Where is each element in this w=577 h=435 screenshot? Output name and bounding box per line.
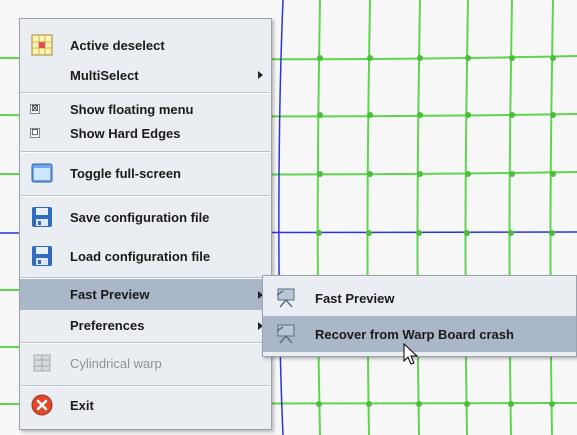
menu-item-preferences[interactable]: Preferences	[20, 310, 271, 341]
grid-node[interactable]	[550, 112, 556, 118]
floppy-disk-icon	[32, 207, 52, 227]
menu-item-label: Toggle full-screen	[70, 165, 181, 181]
menu-item-label: Recover from Warp Board crash	[315, 326, 514, 342]
preview-screen-icon	[276, 288, 295, 308]
submenu-item-recover-warp-board[interactable]: Recover from Warp Board crash	[263, 316, 576, 352]
grid-select-icon	[31, 34, 53, 56]
grid-node[interactable]	[317, 55, 323, 61]
grid-node[interactable]	[465, 55, 471, 61]
menu-item-active-deselect[interactable]: Active deselect	[20, 27, 271, 63]
fast-preview-submenu: Fast Preview Recover from Warp Board cra…	[262, 275, 577, 357]
mouse-cursor-icon	[403, 343, 419, 365]
grid-node[interactable]	[509, 171, 515, 177]
menu-item-show-hard-edges[interactable]: ☐ Show Hard Edges	[20, 120, 271, 146]
grid-node[interactable]	[366, 401, 372, 407]
grid-node[interactable]	[464, 401, 470, 407]
grid-node[interactable]	[366, 230, 372, 236]
menu-item-cylindrical-warp: Cylindrical warp	[20, 345, 271, 381]
menu-item-save-config[interactable]: Save configuration file	[20, 199, 271, 235]
window-icon	[31, 163, 53, 183]
context-menu: Active deselect MultiSelect ☒ Show float…	[19, 18, 272, 430]
menu-item-label: Show floating menu	[70, 101, 194, 117]
menu-item-label: MultiSelect	[70, 67, 139, 83]
grid-node[interactable]	[549, 401, 555, 407]
menu-separator	[21, 342, 270, 344]
grid-node[interactable]	[509, 55, 515, 61]
menu-item-toggle-fullscreen[interactable]: Toggle full-screen	[20, 155, 271, 191]
menu-item-show-floating-menu[interactable]: ☒ Show floating menu	[20, 96, 271, 122]
grid-node[interactable]	[317, 171, 323, 177]
cylinder-warp-icon	[33, 354, 51, 372]
menu-item-exit[interactable]: Exit	[20, 387, 271, 423]
menu-item-label: Fast Preview	[315, 290, 395, 306]
checkbox-checked-icon[interactable]: ☒	[30, 104, 40, 114]
grid-node[interactable]	[416, 401, 422, 407]
menu-item-load-config[interactable]: Load configuration file	[20, 238, 271, 274]
grid-node[interactable]	[508, 401, 514, 407]
menu-item-label: Show Hard Edges	[70, 125, 181, 141]
grid-node[interactable]	[367, 171, 373, 177]
grid-node[interactable]	[417, 55, 423, 61]
menu-item-fast-preview[interactable]: Fast Preview	[20, 279, 271, 310]
submenu-arrow-icon	[258, 71, 263, 79]
grid-node[interactable]	[550, 55, 556, 61]
menu-item-label: Fast Preview	[70, 287, 150, 302]
grid-node[interactable]	[317, 112, 323, 118]
menu-item-label: Preferences	[70, 318, 145, 333]
menu-item-label: Exit	[70, 397, 94, 413]
menu-item-multiselect[interactable]: MultiSelect	[20, 59, 271, 91]
submenu-item-fast-preview[interactable]: Fast Preview	[263, 280, 576, 316]
grid-node[interactable]	[417, 112, 423, 118]
grid-node[interactable]	[465, 112, 471, 118]
grid-node[interactable]	[416, 230, 422, 236]
grid-node[interactable]	[316, 230, 322, 236]
grid-node[interactable]	[367, 55, 373, 61]
preview-screen-icon	[276, 324, 295, 344]
menu-item-label: Load configuration file	[70, 248, 211, 264]
checkbox-unchecked-icon[interactable]: ☐	[30, 128, 40, 138]
menu-item-label: Cylindrical warp	[70, 355, 162, 371]
grid-node[interactable]	[417, 171, 423, 177]
menu-separator	[21, 92, 270, 94]
grid-node[interactable]	[550, 171, 556, 177]
menu-item-label: Active deselect	[70, 37, 165, 53]
grid-node[interactable]	[549, 230, 555, 236]
menu-separator	[21, 151, 270, 153]
grid-node[interactable]	[508, 230, 514, 236]
menu-item-label: Save configuration file	[70, 209, 210, 225]
floppy-disk-icon	[32, 246, 52, 266]
grid-node[interactable]	[509, 112, 515, 118]
grid-node[interactable]	[367, 112, 373, 118]
close-icon	[31, 394, 53, 416]
grid-node[interactable]	[465, 171, 471, 177]
grid-node[interactable]	[464, 230, 470, 236]
menu-separator	[21, 195, 270, 197]
grid-node[interactable]	[316, 401, 322, 407]
